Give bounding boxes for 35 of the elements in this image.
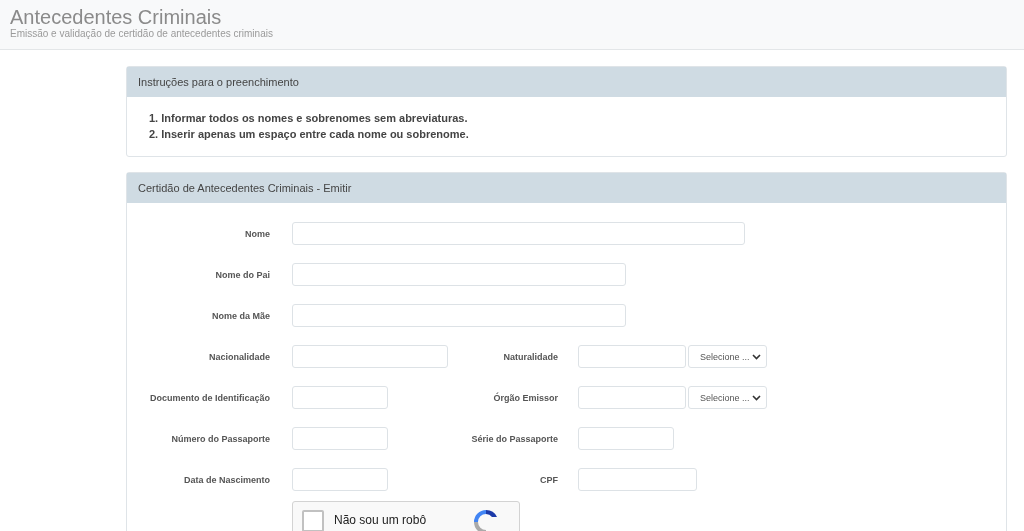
panel-header: Certidão de Antecedentes Criminais - Emitir	[127, 173, 1006, 203]
chevron-down-icon	[752, 353, 761, 360]
input-field[interactable]	[578, 468, 697, 491]
chevron-down-icon	[752, 394, 761, 401]
captcha-label: Não sou um robô	[334, 512, 427, 527]
field-label: Número do Passaporte	[170, 433, 270, 444]
field-label: Órgão Emissor	[492, 392, 558, 403]
field-label: Nome	[244, 228, 270, 239]
captcha-checkbox[interactable]	[302, 509, 324, 531]
field-label: Nome do Pai	[214, 269, 270, 280]
instruction-text: 1. Informar todos os nomes e sobrenomes sem abreviaturas.	[149, 111, 469, 126]
field-label: CPF	[539, 474, 558, 485]
field-label: Nome da Mãe	[210, 310, 270, 321]
input-field[interactable]	[292, 263, 626, 286]
input-field[interactable]	[292, 222, 745, 245]
select-dropdown[interactable]: Selecione ...	[688, 345, 767, 368]
input-field[interactable]	[292, 468, 388, 491]
panel-header: Instruções para o preenchimento	[127, 67, 1006, 97]
recaptcha-logo-icon	[472, 507, 500, 531]
input-field[interactable]	[292, 345, 448, 368]
instruction-text: 2. Inserir apenas um espaço entre cada nome ou sobrenome.	[149, 127, 470, 142]
field-label: Documento de Identificação	[148, 392, 270, 403]
input-field[interactable]	[578, 386, 686, 409]
input-field[interactable]	[578, 345, 686, 368]
page-title: Antecedentes Criminais	[10, 6, 223, 28]
field-label: Série do Passaporte	[470, 433, 558, 444]
page-subtitle: Emissão e validação de certidão de antecedentes criminais	[10, 28, 274, 40]
input-field[interactable]	[292, 386, 388, 409]
select-dropdown[interactable]: Selecione ...	[688, 386, 767, 409]
field-label: Naturalidade	[502, 351, 558, 362]
input-field[interactable]	[292, 427, 388, 450]
field-label: Nacionalidade	[207, 351, 270, 362]
input-field[interactable]	[578, 427, 674, 450]
input-field[interactable]	[292, 304, 626, 327]
field-label: Data de Nascimento	[182, 474, 270, 485]
